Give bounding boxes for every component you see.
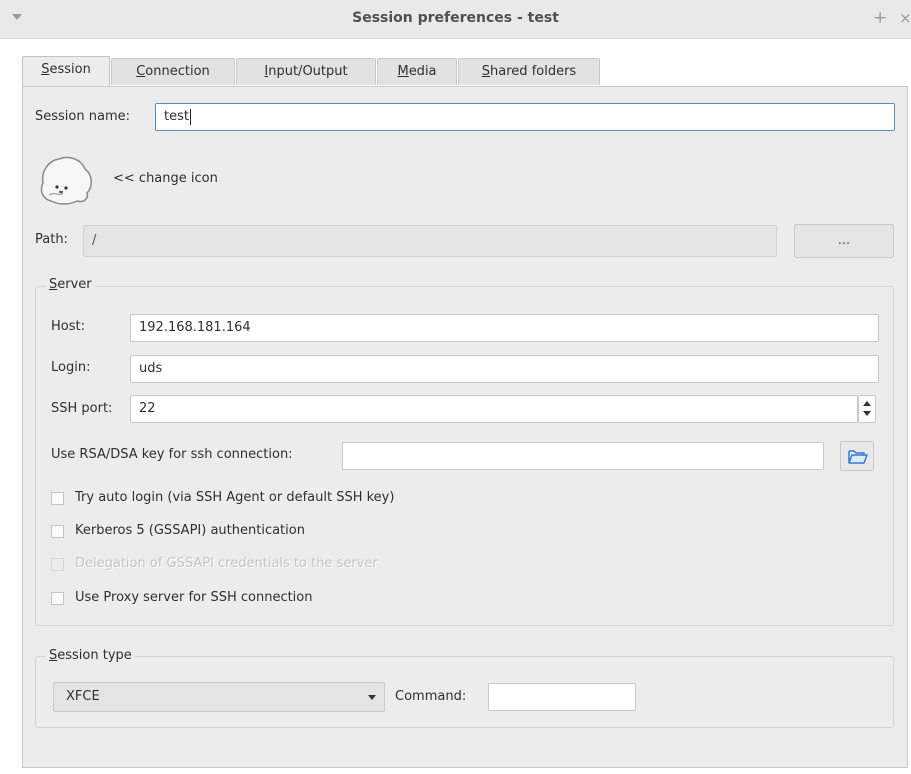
tab-media-mnemonic: M [397, 64, 409, 79]
spin-up-icon[interactable] [863, 401, 871, 406]
session-type-group-title: Session type [46, 648, 135, 663]
ssh-port-label: SSH port: [51, 401, 113, 416]
seal-icon[interactable] [37, 151, 97, 207]
gssapi-delegation-checkbox [51, 558, 64, 571]
close-icon[interactable]: × [899, 9, 911, 27]
kerberos-label[interactable]: Kerberos 5 (GSSAPI) authentication [75, 523, 305, 538]
tab-shared-folders-label: hared folders [490, 64, 577, 79]
path-field: / [83, 225, 777, 257]
server-legend-label: erver [57, 277, 92, 292]
session-preferences-window: Session preferences - test + × Session C… [0, 0, 911, 774]
proxy-checkbox[interactable] [51, 592, 64, 605]
tab-media-label: edia [408, 64, 437, 79]
login-input[interactable]: uds [130, 355, 879, 383]
rsa-key-input[interactable] [342, 442, 824, 470]
server-group-title: Server [46, 277, 95, 292]
chevron-down-icon [368, 695, 376, 700]
tab-session[interactable]: Session [22, 56, 110, 86]
tab-media[interactable]: Media [377, 58, 457, 85]
proxy-label[interactable]: Use Proxy server for SSH connection [75, 590, 313, 605]
auto-login-label[interactable]: Try auto login (via SSH Agent or default… [75, 490, 394, 505]
command-input[interactable] [488, 683, 636, 711]
spin-down-icon[interactable] [863, 411, 871, 416]
title-bar: Session preferences - test + × [0, 0, 911, 39]
tab-input-output[interactable]: Input/Output [236, 58, 376, 85]
rsa-key-label: Use RSA/DSA key for ssh connection: [51, 447, 293, 462]
ssh-port-input[interactable]: 22 [130, 395, 858, 423]
gssapi-delegation-label: Delegation of GSSAPI credentials to the … [75, 556, 378, 571]
session-name-value: test [164, 109, 189, 124]
session-type-legend-label: ession type [57, 648, 132, 663]
session-tab-panel: Session name: test << change icon Path: … [22, 86, 908, 768]
session-type-select[interactable]: XFCE [53, 682, 385, 712]
tab-shared-folders-mnemonic: S [481, 64, 491, 79]
kerberos-checkbox[interactable] [51, 525, 64, 538]
ssh-port-stepper[interactable] [858, 395, 876, 423]
change-icon-label[interactable]: << change icon [113, 171, 218, 186]
browse-path-button[interactable]: ... [794, 224, 894, 258]
auto-login-checkbox[interactable] [51, 492, 64, 505]
tab-connection-mnemonic: C [136, 64, 146, 79]
tab-input-output-label: nput/Output [268, 64, 348, 79]
login-label: Login: [51, 360, 91, 375]
text-caret [189, 108, 191, 125]
command-label: Command: [395, 689, 467, 704]
tab-shared-folders[interactable]: Shared folders [458, 58, 600, 85]
path-label: Path: [35, 232, 68, 247]
window-title: Session preferences - test [352, 10, 559, 26]
tab-session-label: ession [49, 62, 91, 77]
host-input[interactable]: 192.168.181.164 [130, 314, 879, 342]
tab-connection[interactable]: Connection [111, 58, 235, 85]
folder-open-icon [848, 450, 868, 464]
host-label: Host: [51, 319, 85, 334]
tab-connection-label: onnection [145, 64, 210, 79]
session-name-input[interactable]: test [155, 103, 895, 131]
rsa-key-browse-button[interactable] [840, 441, 874, 471]
maximize-icon[interactable]: + [873, 8, 887, 28]
session-name-label: Session name: [35, 109, 130, 124]
session-type-value: XFCE [66, 689, 100, 704]
